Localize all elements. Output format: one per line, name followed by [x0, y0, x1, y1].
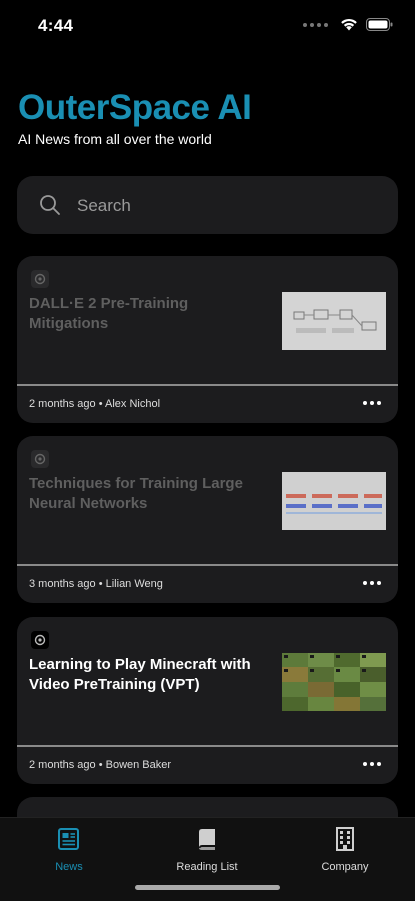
building-icon: [336, 827, 354, 851]
tab-reading-list[interactable]: Reading List: [152, 826, 262, 873]
tab-label: News: [55, 861, 83, 873]
article-thumbnail: [282, 653, 386, 711]
article-card[interactable]: Learning to Play Minecraft with Video Pr…: [17, 617, 398, 784]
more-options-icon[interactable]: [362, 576, 382, 590]
app-title: OuterSpace AI: [18, 88, 252, 127]
status-bar: 4:44: [0, 0, 415, 54]
more-options-icon[interactable]: [362, 396, 382, 410]
card-divider: [17, 745, 398, 747]
battery-icon: [366, 18, 393, 31]
tab-label: Company: [321, 861, 369, 873]
signal-dots-icon: [303, 22, 328, 27]
article-card[interactable]: DALL·E 2 Pre-Training Mitigations 2 mont…: [17, 256, 398, 423]
card-divider: [17, 384, 398, 386]
tab-company[interactable]: Company: [290, 826, 400, 873]
tab-news[interactable]: News: [14, 826, 124, 873]
article-title: DALL·E 2 Pre-Training Mitigations: [29, 295, 189, 332]
openai-logo-icon: [31, 270, 49, 288]
book-icon: [199, 829, 215, 850]
openai-logo-icon: [31, 631, 49, 649]
more-options-icon[interactable]: [362, 757, 382, 771]
article-meta: 2 months ago • Bowen Baker: [29, 759, 172, 771]
news-icon: [58, 828, 79, 850]
article-meta: 2 months ago • Alex Nichol: [29, 398, 161, 410]
card-divider: [17, 564, 398, 566]
article-meta: 3 months ago • Lilian Weng: [29, 578, 163, 590]
article-title: Learning to Play Minecraft with Video Pr…: [29, 656, 251, 693]
status-icons: [303, 18, 393, 31]
app-subtitle: AI News from all over the world: [18, 131, 212, 147]
search-bar[interactable]: [17, 176, 398, 236]
search-icon: [40, 195, 60, 215]
openai-logo-icon: [31, 450, 49, 468]
tab-label: Reading List: [176, 861, 238, 873]
article-title: Techniques for Training Large Neural Net…: [29, 475, 243, 512]
wifi-icon: [341, 18, 357, 31]
search-input[interactable]: [75, 176, 379, 236]
article-thumbnail: [282, 292, 386, 350]
status-time: 4:44: [38, 16, 74, 35]
article-thumbnail: [282, 472, 386, 530]
home-indicator[interactable]: [135, 885, 280, 890]
article-card[interactable]: Techniques for Training Large Neural Net…: [17, 436, 398, 603]
